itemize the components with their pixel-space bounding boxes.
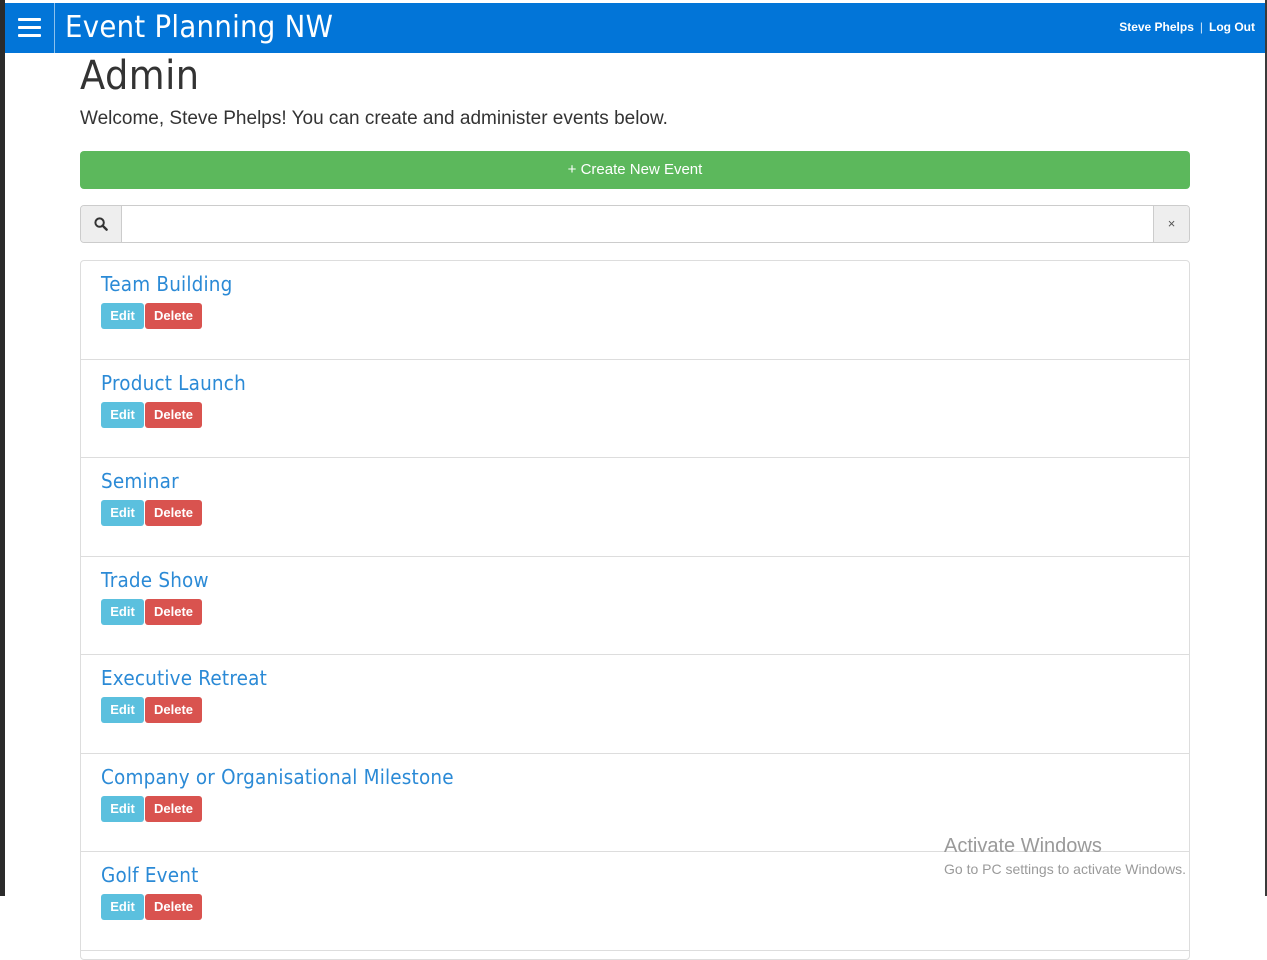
edit-event-button[interactable]: Edit	[101, 894, 144, 920]
clear-search-button[interactable]: ×	[1153, 206, 1189, 242]
logout-link[interactable]: Log Out	[1209, 20, 1255, 34]
event-actions: Edit Delete	[101, 795, 203, 822]
create-new-event-button[interactable]: + Create New Event	[80, 151, 1190, 189]
hamburger-icon	[18, 26, 41, 29]
edit-event-button[interactable]: Edit	[101, 598, 144, 625]
menu-toggle-button[interactable]	[5, 3, 55, 53]
delete-event-button[interactable]: Delete	[145, 500, 203, 526]
delete-event-button[interactable]: Delete	[145, 795, 203, 822]
search-icon	[94, 217, 108, 231]
event-list-item: Executive Retreat Edit Delete	[81, 655, 1189, 754]
event-title-link[interactable]: Seminar	[101, 469, 179, 493]
event-actions: Edit Delete	[101, 401, 203, 428]
event-title-link[interactable]: Golf Event	[101, 863, 199, 887]
watermark-subtitle: Go to PC settings to activate Windows.	[944, 861, 1186, 877]
event-actions: Edit Delete	[101, 894, 203, 920]
delete-event-button[interactable]: Delete	[145, 401, 203, 428]
hamburger-icon	[18, 34, 41, 37]
delete-event-button[interactable]: Delete	[145, 697, 203, 723]
search-addon	[81, 206, 122, 242]
window-left-edge	[0, 0, 5, 896]
event-list-item: Team Building Edit Delete	[81, 261, 1189, 360]
user-nav: Steve Phelps | Log Out	[1119, 20, 1255, 34]
edit-event-button[interactable]: Edit	[101, 401, 144, 428]
edit-event-button[interactable]: Edit	[101, 500, 144, 526]
event-title-link[interactable]: Product Launch	[101, 371, 246, 395]
user-name-link[interactable]: Steve Phelps	[1119, 20, 1194, 34]
main-content: Admin Welcome, Steve Phelps! You can cre…	[80, 53, 1190, 960]
activate-windows-watermark: Activate Windows Go to PC settings to ac…	[944, 834, 1186, 878]
welcome-message: Welcome, Steve Phelps! You can create an…	[80, 108, 668, 129]
event-title-link[interactable]: Trade Show	[101, 568, 209, 592]
delete-event-button[interactable]: Delete	[145, 303, 203, 329]
event-list-item: Seminar Edit Delete	[81, 458, 1189, 557]
watermark-title: Activate Windows	[944, 835, 1102, 857]
search-input[interactable]	[122, 206, 1154, 242]
page-title: Admin	[80, 53, 200, 99]
search-bar: ×	[80, 205, 1190, 243]
event-actions: Edit Delete	[101, 697, 203, 723]
edit-event-button[interactable]: Edit	[101, 795, 144, 822]
brand-title[interactable]: Event Planning NW	[65, 11, 333, 45]
event-actions: Edit Delete	[101, 598, 203, 625]
event-actions: Edit Delete	[101, 303, 203, 329]
top-navbar: Event Planning NW Steve Phelps | Log Out	[5, 3, 1265, 53]
event-actions: Edit Delete	[101, 500, 203, 526]
event-list-item: Trade Show Edit Delete	[81, 557, 1189, 655]
edit-event-button[interactable]: Edit	[101, 303, 144, 329]
nav-separator: |	[1199, 20, 1204, 34]
hamburger-icon	[18, 18, 41, 21]
event-title-link[interactable]: Team Building	[101, 272, 233, 296]
event-title-link[interactable]: Executive Retreat	[101, 666, 267, 690]
edit-event-button[interactable]: Edit	[101, 697, 144, 723]
delete-event-button[interactable]: Delete	[145, 598, 203, 625]
event-list-item: Product Launch Edit Delete	[81, 360, 1189, 458]
event-title-link[interactable]: Company or Organisational Milestone	[101, 765, 454, 789]
delete-event-button[interactable]: Delete	[145, 894, 203, 920]
